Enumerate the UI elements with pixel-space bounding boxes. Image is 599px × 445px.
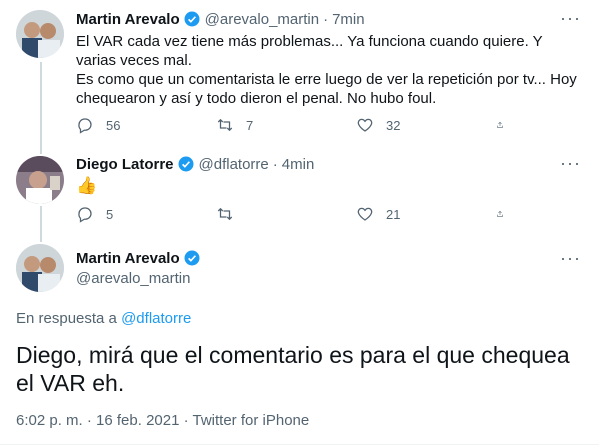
focus-display-name-row: Martin Arevalo: [76, 249, 201, 267]
reply-icon: [78, 118, 92, 134]
reply-count: 56: [106, 117, 121, 133]
share-icon: [497, 210, 503, 217]
verified-badge-icon: [177, 155, 195, 173]
like-icon: [357, 118, 373, 132]
avatar[interactable]: [16, 156, 64, 204]
tweet-actions: 56 7 32: [76, 116, 516, 134]
like-icon: [357, 207, 373, 221]
handle[interactable]: @arevalo_martin: [76, 270, 190, 287]
retweet-button[interactable]: 7: [216, 116, 304, 134]
separator: ·: [323, 10, 329, 28]
handle[interactable]: @dflatorre: [199, 156, 269, 173]
thread-line: [40, 206, 42, 242]
tweet-meta: 6:02 p. m. · 16 feb. 2021 · Twitter for …: [16, 412, 309, 429]
reply-icon: [78, 207, 92, 223]
avatar[interactable]: [16, 10, 64, 58]
retweet-button[interactable]: [216, 205, 304, 223]
more-icon[interactable]: ···: [560, 248, 581, 269]
reply-button[interactable]: 5: [76, 205, 164, 223]
focus-tweet-text: Diego, mirá que el comentario es para el…: [16, 342, 570, 396]
tweet-text: El VAR cada vez tiene más problemas... Y…: [76, 33, 577, 107]
thread-line: [40, 62, 42, 154]
like-count: 32: [386, 117, 401, 133]
more-icon[interactable]: ···: [560, 8, 581, 29]
share-button[interactable]: [496, 205, 516, 223]
reply-target-link[interactable]: @dflatorre: [121, 310, 191, 327]
verified-badge-icon: [183, 249, 201, 267]
tweet-text: 👍: [76, 176, 98, 195]
separator: ·: [272, 155, 278, 173]
reply-context: En respuesta a @dflatorre: [16, 310, 191, 327]
timestamp[interactable]: 4min: [282, 156, 315, 173]
retweet-icon: [217, 118, 233, 132]
avatar[interactable]: [16, 244, 64, 292]
display-name[interactable]: Martin Arevalo: [76, 250, 180, 267]
retweet-count: 7: [246, 117, 254, 133]
timestamp[interactable]: 7min: [332, 11, 365, 28]
retweet-icon: [217, 207, 233, 221]
tweet-header: Martin Arevalo @arevalo_martin · 7min: [76, 10, 365, 28]
more-icon[interactable]: ···: [560, 153, 581, 174]
tweet-timestamp[interactable]: 6:02 p. m. · 16 feb. 2021 ·: [16, 412, 193, 429]
reply-prefix: En respuesta a: [16, 310, 117, 327]
display-name[interactable]: Martin Arevalo: [76, 11, 180, 28]
share-button[interactable]: [496, 116, 516, 134]
handle[interactable]: @arevalo_martin: [205, 11, 319, 28]
verified-badge-icon: [183, 10, 201, 28]
like-button[interactable]: 21: [356, 205, 444, 223]
reply-button[interactable]: 56: [76, 116, 164, 134]
like-button[interactable]: 32: [356, 116, 444, 134]
display-name[interactable]: Diego Latorre: [76, 156, 174, 173]
like-count: 21: [386, 206, 401, 222]
share-icon: [497, 121, 503, 128]
tweet-header: Diego Latorre @dflatorre · 4min: [76, 155, 314, 173]
tweet-source-link[interactable]: Twitter for iPhone: [193, 412, 310, 429]
reply-count: 5: [106, 206, 114, 222]
tweet-actions: 5 21: [76, 205, 516, 223]
